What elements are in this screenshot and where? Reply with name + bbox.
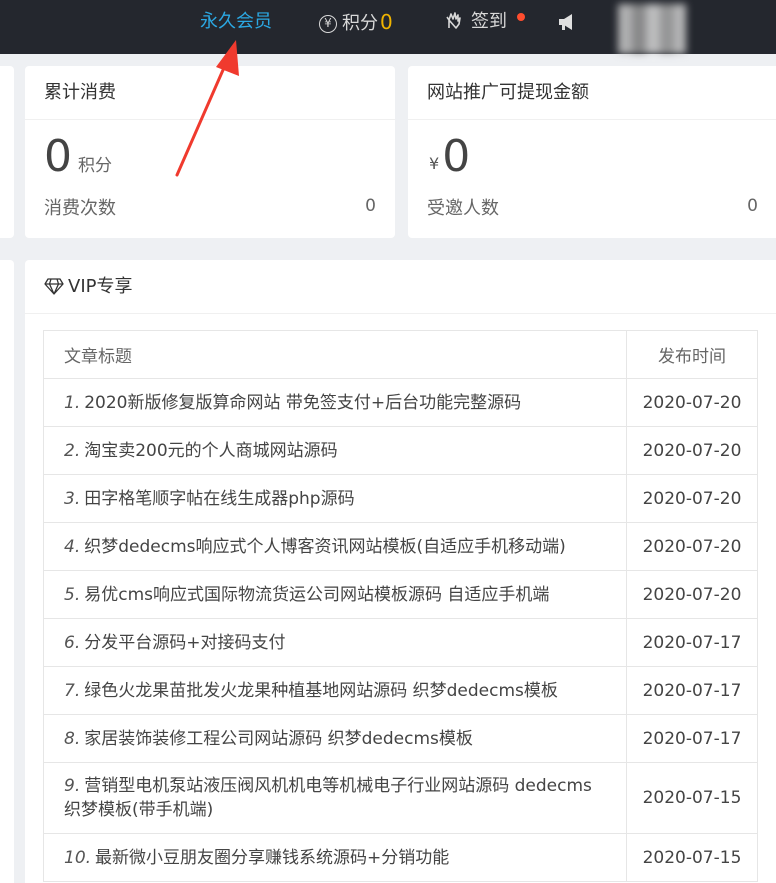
post-index: 8. <box>64 728 81 749</box>
post-title-link[interactable]: 最新微小豆朋友圈分享赚钱系统源码+分销功能 <box>95 848 449 868</box>
table-row[interactable]: 10. 最新微小豆朋友圈分享赚钱系统源码+分销功能 2020-07-15 <box>43 833 758 882</box>
consume-amount-block: 0 积分 <box>44 130 112 193</box>
table-row[interactable]: 8. 家居装饰装修工程公司网站源码 织梦dedecms模板 2020-07-17 <box>43 714 758 763</box>
megaphone-icon[interactable] <box>557 13 577 31</box>
withdraw-amount-block: ¥0 <box>429 130 470 191</box>
post-title-cell[interactable]: 9. 营销型电机泵站液压阀风机机电等机械电子行业网站源码 dedecms织梦模板(… <box>43 762 627 834</box>
post-title-link[interactable]: 2020新版修复版算命网站 带免签支付+后台功能完整源码 <box>84 393 521 413</box>
post-date-cell: 2020-07-20 <box>626 378 758 427</box>
post-title-cell[interactable]: 8. 家居装饰装修工程公司网站源码 织梦dedecms模板 <box>43 714 627 763</box>
table-row[interactable]: 4. 织梦dedecms响应式个人博客资讯网站模板(自适应手机移动端) 2020-0… <box>43 522 758 571</box>
table-row[interactable]: 5. 易优cms响应式国际物流货运公司网站模板源码 自适应手机端 2020-07-2… <box>43 570 758 619</box>
withdraw-stats-card: 网站推广可提现金额 ¥0 受邀人数 0 <box>408 66 776 238</box>
left-panel-stub <box>0 66 14 238</box>
post-date-cell: 2020-07-17 <box>626 714 758 763</box>
table-row[interactable]: 2. 淘宝卖200元的个人商城网站源码 2020-07-20 <box>43 426 758 475</box>
withdraw-card-title: 网站推广可提现金额 <box>408 66 776 120</box>
annotation-arrow <box>175 40 239 177</box>
post-date-cell: 2020-07-15 <box>626 833 758 882</box>
table-row[interactable]: 3. 田字格笔顺字帖在线生成器php源码 2020-07-20 <box>43 474 758 523</box>
post-index: 2. <box>64 440 81 461</box>
withdraw-amount: 0 <box>442 131 471 182</box>
post-date-cell: 2020-07-15 <box>626 762 758 834</box>
currency-symbol: ¥ <box>429 154 440 173</box>
post-title-link[interactable]: 家居装饰装修工程公司网站源码 织梦dedecms模板 <box>84 729 473 749</box>
post-title-link[interactable]: 田字格笔顺字帖在线生成器php源码 <box>84 489 354 509</box>
post-date-cell: 2020-07-17 <box>626 618 758 667</box>
notification-dot <box>517 13 525 21</box>
nav-signin-link[interactable]: 签到 <box>445 0 507 44</box>
post-title-link[interactable]: 淘宝卖200元的个人商城网站源码 <box>84 441 337 461</box>
column-header-date: 发布时间 <box>626 330 758 379</box>
post-index: 4. <box>64 536 81 557</box>
table-row[interactable]: 1. 2020新版修复版算命网站 带免签支付+后台功能完整源码 2020-07-20 <box>43 378 758 427</box>
vip-panel-header: VIP专享 <box>25 260 776 314</box>
invite-count-label: 受邀人数 <box>427 198 499 219</box>
points-label: 积分 <box>342 13 378 34</box>
vip-posts-table: 文章标题 发布时间 1. 2020新版修复版算命网站 带免签支付+后台功能完整源码… <box>43 330 758 882</box>
post-date-cell: 2020-07-17 <box>626 666 758 715</box>
post-title-cell[interactable]: 2. 淘宝卖200元的个人商城网站源码 <box>43 426 627 475</box>
post-index: 7. <box>64 680 81 701</box>
left-panel-stub-lower <box>0 260 14 883</box>
post-title-link[interactable]: 织梦dedecms响应式个人博客资讯网站模板(自适应手机移动端) <box>84 537 566 557</box>
post-index: 5. <box>64 584 81 605</box>
post-title-cell[interactable]: 10. 最新微小豆朋友圈分享赚钱系统源码+分销功能 <box>43 833 627 882</box>
post-date-cell: 2020-07-20 <box>626 570 758 619</box>
post-title-link[interactable]: 易优cms响应式国际物流货运公司网站模板源码 自适应手机端 <box>84 585 549 605</box>
hand-icon <box>446 12 461 29</box>
post-title-cell[interactable]: 4. 织梦dedecms响应式个人博客资讯网站模板(自适应手机移动端) <box>43 522 627 571</box>
post-title-cell[interactable]: 5. 易优cms响应式国际物流货运公司网站模板源码 自适应手机端 <box>43 570 627 619</box>
post-index: 3. <box>64 488 81 509</box>
column-header-title: 文章标题 <box>43 330 627 379</box>
table-row[interactable]: 9. 营销型电机泵站液压阀风机机电等机械电子行业网站源码 dedecms织梦模板(… <box>43 762 758 834</box>
post-index: 1. <box>64 392 81 413</box>
post-date-cell: 2020-07-20 <box>626 474 758 523</box>
vip-exclusive-panel: VIP专享 文章标题 发布时间 1. 2020新版修复版算命网站 带免签支付+后台… <box>25 260 776 883</box>
post-index: 9. <box>64 776 81 796</box>
post-title-cell[interactable]: 6. 分发平台源码+对接码支付 <box>43 618 627 667</box>
post-index: 6. <box>64 632 81 653</box>
top-nav-bar: 永久会员 ¥ 积分 0 签到 <box>0 0 776 54</box>
table-row[interactable]: 6. 分发平台源码+对接码支付 2020-07-17 <box>43 618 758 667</box>
post-date-cell: 2020-07-20 <box>626 426 758 475</box>
post-title-cell[interactable]: 3. 田字格笔顺字帖在线生成器php源码 <box>43 474 627 523</box>
avatar[interactable] <box>618 4 686 54</box>
consume-unit: 积分 <box>78 156 112 176</box>
yen-circle-icon: ¥ <box>319 15 337 33</box>
diamond-icon <box>44 278 64 295</box>
invite-count-value: 0 <box>747 196 758 216</box>
vip-panel-title: VIP专享 <box>68 276 133 297</box>
table-header-row: 文章标题 发布时间 <box>43 330 758 379</box>
post-title-cell[interactable]: 7. 绿色火龙果苗批发火龙果种植基地网站源码 织梦dedecms模板 <box>43 666 627 715</box>
post-title-cell[interactable]: 1. 2020新版修复版算命网站 带免签支付+后台功能完整源码 <box>43 378 627 427</box>
table-row[interactable]: 7. 绿色火龙果苗批发火龙果种植基地网站源码 织梦dedecms模板 2020-07… <box>43 666 758 715</box>
post-title-link[interactable]: 绿色火龙果苗批发火龙果种植基地网站源码 织梦dedecms模板 <box>84 681 558 701</box>
consume-count-value: 0 <box>365 196 376 216</box>
post-date-cell: 2020-07-20 <box>626 522 758 571</box>
post-title-link[interactable]: 营销型电机泵站液压阀风机机电等机械电子行业网站源码 dedecms织梦模板(带手… <box>64 776 592 820</box>
signin-label: 签到 <box>471 11 507 32</box>
points-value: 0 <box>380 10 393 34</box>
post-index: 10. <box>64 847 92 868</box>
consume-amount: 0 <box>44 131 72 182</box>
nav-points-link[interactable]: ¥ 积分 0 <box>319 0 393 44</box>
consume-count-label: 消费次数 <box>44 198 116 219</box>
post-title-link[interactable]: 分发平台源码+对接码支付 <box>84 633 285 653</box>
